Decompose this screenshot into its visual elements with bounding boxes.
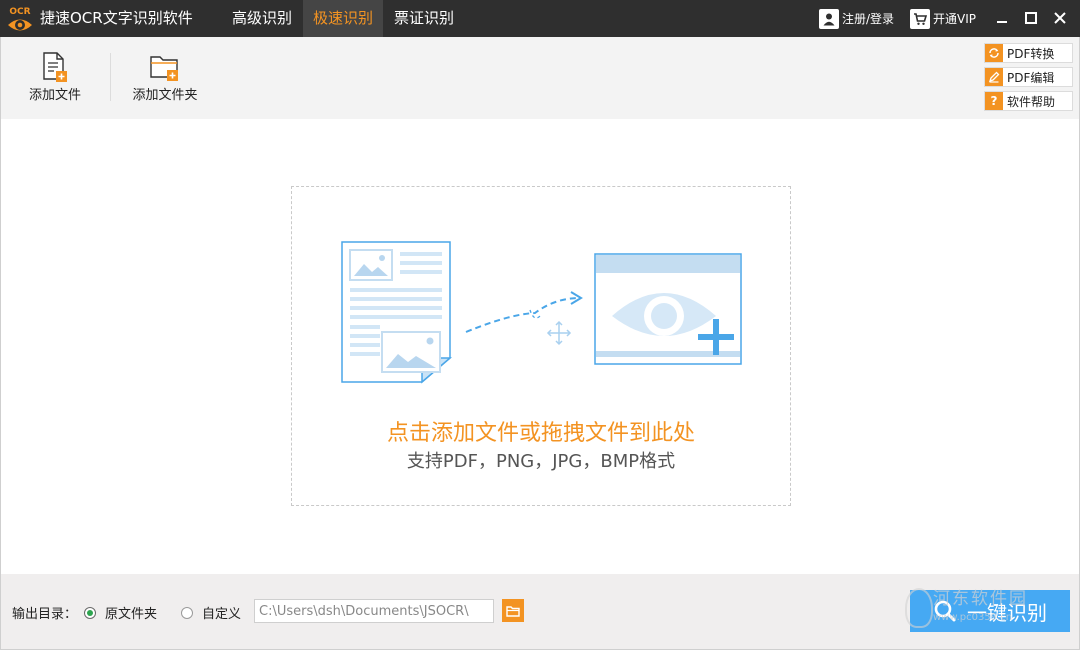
radio-selected-icon [84,606,96,619]
refresh-icon [985,44,1003,62]
recognize-label: 一键识别 [967,600,1047,625]
recognition-window-icon [594,253,742,365]
document-icon [341,241,453,384]
help-label: 软件帮助 [1007,94,1056,109]
pdf-convert-label: PDF转换 [1007,46,1055,61]
output-path-input[interactable] [254,599,494,623]
ocr-eye-logo-icon: OCR [8,7,32,31]
maximize-icon [1025,12,1037,24]
tab-fast-recognition[interactable]: 极速识别 [303,0,383,37]
toolbar: 添加文件 添加文件夹 PDF转换 PDF编辑 ? 软件帮助 [0,37,1080,119]
add-file-label: 添加文件 [28,88,81,103]
browse-folder-button[interactable] [502,599,524,622]
cart-icon [910,8,930,29]
close-icon [1054,12,1066,24]
move-cursor-icon [546,320,572,346]
one-click-recognize-button[interactable]: 一键识别 [910,590,1070,632]
title-bar: OCR 捷速OCR文字识别软件 高级识别 极速识别 票证识别 注册/登录 开通V… [0,0,1080,37]
search-icon [934,600,956,622]
drag-arrow-icon [465,291,583,333]
toolbar-divider [110,53,111,101]
app-title: 捷速OCR文字识别软件 [40,9,193,27]
login-label: 注册/登录 [842,12,895,26]
help-icon: ? [985,92,1003,110]
original-folder-label: 原文件夹 [105,607,158,622]
add-file-button[interactable]: 添加文件 [19,45,91,111]
login-button[interactable]: 注册/登录 [819,8,894,29]
tab-ticket-recognition[interactable]: 票证识别 [384,0,464,37]
add-folder-icon [150,56,178,81]
pdf-convert-button[interactable]: PDF转换 [984,43,1073,63]
user-icon [819,8,839,29]
maximize-button[interactable] [1019,6,1043,30]
close-button[interactable] [1048,6,1072,30]
radio-unselected-icon [181,606,193,619]
add-file-icon [43,52,67,82]
logo-text: OCR [9,7,30,17]
help-button[interactable]: ? 软件帮助 [984,91,1073,111]
pdf-edit-button[interactable]: PDF编辑 [984,67,1073,87]
minimize-icon [997,21,1007,23]
add-folder-button[interactable]: 添加文件夹 [125,45,205,111]
pdf-edit-label: PDF编辑 [1007,70,1055,85]
original-folder-radio[interactable]: 原文件夹 [84,603,157,622]
vip-label: 开通VIP [933,12,976,26]
custom-folder-label: 自定义 [202,607,242,622]
vip-button[interactable]: 开通VIP [910,8,976,29]
supported-formats-text: 支持PDF，PNG，JPG，BMP格式 [406,451,676,472]
add-folder-label: 添加文件夹 [132,88,198,103]
custom-folder-radio[interactable]: 自定义 [181,603,241,622]
minimize-button[interactable] [990,6,1014,30]
output-directory-label: 输出目录： [12,607,78,622]
main-area: 点击添加文件或拖拽文件到此处 支持PDF，PNG，JPG，BMP格式 [0,119,1080,574]
edit-icon [985,68,1003,86]
folder-icon [506,605,520,617]
drag-to-recognize-illustration [341,241,742,384]
file-drop-zone[interactable]: 点击添加文件或拖拽文件到此处 支持PDF，PNG，JPG，BMP格式 [291,186,791,506]
drop-zone-title: 点击添加文件或拖拽文件到此处 [386,421,695,446]
tab-advanced-recognition[interactable]: 高级识别 [222,0,302,37]
bottom-bar: 输出目录： 原文件夹 自定义 一键识别 河东软件园 www.pc0359.cn [0,574,1080,650]
